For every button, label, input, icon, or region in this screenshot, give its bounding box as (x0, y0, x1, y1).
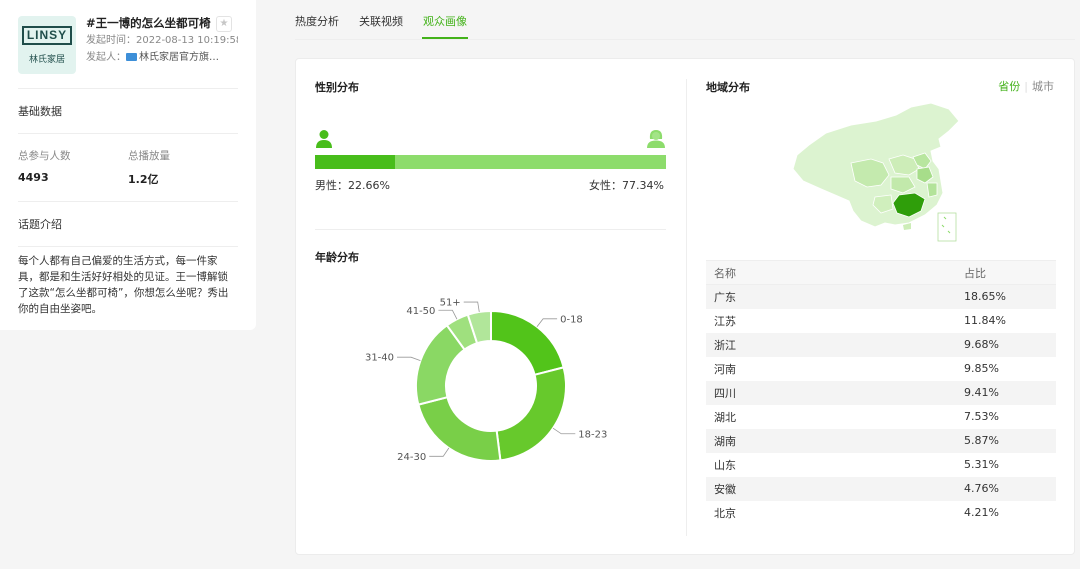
gender-title: 性别分布 (315, 81, 359, 94)
region-pct: 11.84% (964, 314, 1006, 327)
creator-link[interactable]: 林氏家居官方旗… (139, 52, 219, 63)
age-donut-chart: 0-18 18-23 24-30 31-40 41-50 51+ (365, 298, 607, 463)
table-row: 山东 5.31% (706, 453, 1056, 477)
topic-header: LINSY 林氏家居 #王一博的怎么坐都可椅 ★ 发起时间：2022-08-13… (18, 16, 238, 74)
table-row: 河南 9.85% (706, 357, 1056, 381)
table-row: 广东 18.65% (706, 284, 1056, 309)
tab-audience[interactable]: 观众画像 (423, 13, 467, 29)
topic-info: #王一博的怎么坐都可椅 ★ 发起时间：2022-08-13 10:19:58 发… (86, 16, 238, 74)
region-table: 名称 占比 广东 18.65% 江苏 11.84% 浙江 9.68% 河南 9.85% 四川 9.… (706, 260, 1056, 525)
start-time: 发起时间：2022-08-13 10:19:58 (86, 35, 238, 46)
region-name: 广东 (706, 284, 956, 309)
intro-title: 话题介绍 (18, 218, 62, 231)
region-name: 河南 (714, 362, 736, 376)
region-pct: 4.21% (964, 506, 999, 519)
region-title: 地域分布 (706, 81, 750, 94)
region-name: 山东 (714, 458, 736, 472)
basic-data-title: 基础数据 (18, 105, 62, 118)
tab-heat[interactable]: 热度分析 (295, 13, 339, 29)
table-row: 浙江 9.68% (706, 332, 1056, 357)
stat-participants: 总参与人数 4493 (18, 150, 71, 184)
region-name: 湖南 (706, 428, 956, 453)
region-pct: 5.31% (964, 458, 999, 471)
region-pct: 7.53% (964, 410, 999, 423)
active-tab-indicator (422, 37, 468, 39)
gender-bar-male (315, 155, 395, 169)
star-icon[interactable]: ★ (216, 16, 232, 32)
male-person-icon (316, 130, 332, 148)
region-name: 安徽 (706, 476, 956, 501)
region-toggle: 省份 | 城市 (998, 80, 1054, 93)
logo-mark: LINSY (21, 25, 73, 45)
table-row: 湖北 7.53% (706, 405, 1056, 429)
stat-plays: 总播放量 1.2亿 (128, 150, 170, 186)
donut-leader-line (536, 318, 558, 327)
donut-label: 41-50 (406, 306, 435, 317)
age-title: 年龄分布 (315, 251, 359, 264)
region-table-header: 名称 占比 (706, 260, 1056, 285)
china-heat-map (792, 103, 960, 242)
tab-related-videos[interactable]: 关联视频 (359, 13, 403, 29)
toggle-city[interactable]: 城市 (1032, 80, 1054, 93)
female-person-icon (647, 130, 665, 148)
region-pct: 5.87% (956, 428, 1056, 453)
donut-slice-0-18[interactable] (490, 309, 565, 377)
table-row: 湖南 5.87% (706, 428, 1056, 453)
donut-slice-18-23[interactable] (495, 366, 567, 462)
table-row: 江苏 11.84% (706, 309, 1056, 333)
region-pct: 9.68% (956, 332, 1056, 357)
intro-text: 每个人都有自己偏爱的生活方式，每一件家具，都是和生活好好相处的见证。王一博解锁了… (18, 255, 229, 315)
donut-label: 51+ (440, 298, 461, 309)
female-label: 女性：77.34% (589, 179, 664, 192)
donut-slice-24-30[interactable] (417, 395, 502, 462)
audience-panel: 性别分布 男性：22.66% 女性：77.34% 年龄分布 0-18 18-23 2… (295, 58, 1075, 555)
tab-bar: 热度分析 关联视频 观众画像 (295, 0, 1075, 40)
donut-leader-line (552, 427, 576, 435)
region-name: 四川 (706, 380, 956, 405)
region-pct: 9.41% (956, 380, 1056, 405)
toggle-province[interactable]: 省份 (998, 80, 1020, 93)
donut-leader-line (429, 447, 450, 457)
logo-subtext: 林氏家居 (28, 54, 65, 65)
region-pct: 9.85% (964, 362, 999, 375)
region-name: 北京 (714, 506, 736, 520)
table-row: 北京 4.21% (706, 501, 1056, 525)
region-pct: 4.76% (956, 476, 1056, 501)
gender-bar (315, 155, 666, 169)
region-name: 湖北 (714, 410, 736, 424)
region-name: 江苏 (714, 314, 736, 328)
region-pct: 18.65% (956, 284, 1056, 309)
donut-label: 0-18 (560, 314, 583, 325)
stats-row: 总参与人数 4493 总播放量 1.2亿 (18, 148, 238, 187)
male-label: 男性：22.66% (315, 179, 390, 192)
creator: 发起人： 林氏家居官方旗… (86, 52, 219, 63)
brand-logo: LINSY 林氏家居 (18, 16, 76, 74)
topic-card: LINSY 林氏家居 #王一博的怎么坐都可椅 ★ 发起时间：2022-08-13… (0, 0, 256, 330)
table-row: 四川 9.41% (706, 380, 1056, 405)
tv-icon (126, 53, 137, 61)
donut-leader-line (438, 309, 458, 320)
donut-label: 24-30 (397, 452, 426, 463)
donut-leader-line (397, 356, 421, 361)
donut-leader-line (463, 301, 480, 312)
donut-label: 31-40 (365, 353, 394, 364)
donut-label: 18-23 (578, 429, 607, 440)
region-name: 浙江 (706, 332, 956, 357)
table-row: 安徽 4.76% (706, 476, 1056, 501)
